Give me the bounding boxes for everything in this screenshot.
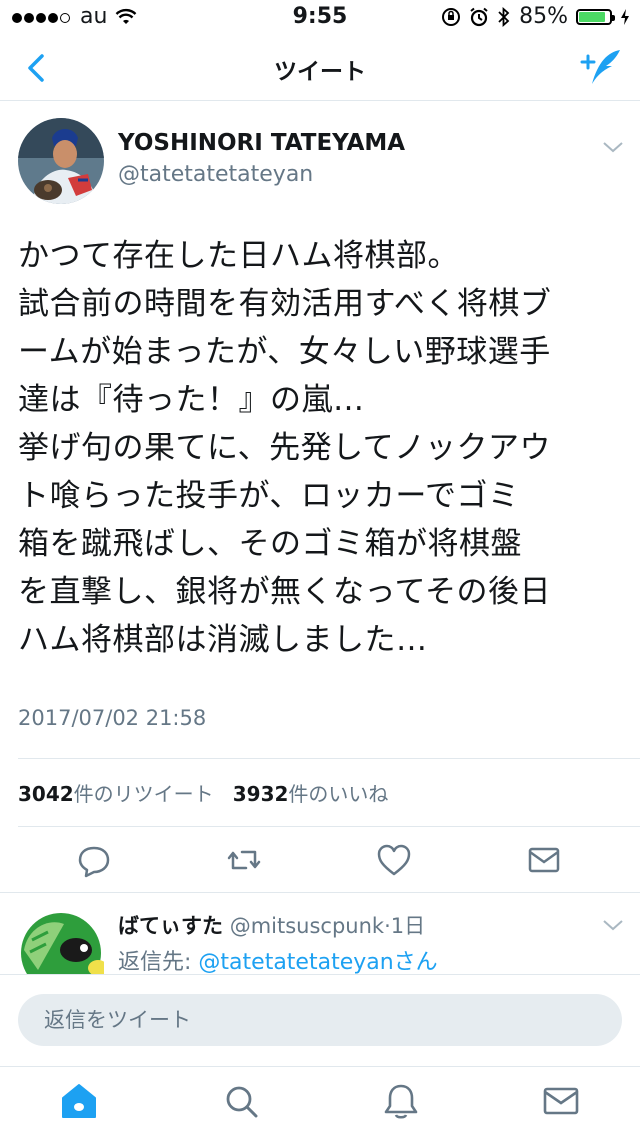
messages-icon[interactable] [540,1080,582,1122]
tweet-text-line: 試合前の時間を有効活用すべく将棋ブ [18,286,552,322]
retweet-icon[interactable] [224,840,264,880]
reply-icon[interactable] [74,840,114,880]
avatar[interactable] [18,118,104,204]
tweet-text-line: ームが始まったが、女々しい野球選手 [18,334,551,370]
tweet-text-line: ト喰らった投手が、ロッカーでゴミ [18,478,520,514]
like-stat[interactable]: 3932件のいいね [233,782,389,806]
tweet-text-line: ハム将棋部は消滅しました… [18,622,428,658]
like-count: 3932 [232,782,289,806]
battery-icon [576,8,615,25]
home-icon[interactable] [58,1080,100,1122]
like-label: 件のいいね [288,782,389,806]
notifications-icon[interactable] [380,1080,422,1122]
tweet-timestamp: 2017/07/02 21:58 [18,706,207,730]
retweet-count: 3042 [18,782,74,806]
charging-icon [621,8,629,25]
reply-header: ばてぃすた @mitsuscpunk·1日 [118,910,425,940]
tweet-text-line: を直撃し、銀将が無くなってその後日 [18,574,552,610]
retweet-label: 件のリツイート [73,782,214,806]
chevron-down-icon[interactable] [602,140,624,154]
status-right: 85% [441,4,630,29]
compose-tweet-icon[interactable] [578,44,626,92]
author-name[interactable]: YOSHINORI TATEYAMA [118,130,405,156]
reply-to-label: 返信先: [118,950,192,975]
dm-icon[interactable] [524,840,564,880]
battery-percent: 85% [519,4,568,29]
reply-author-handle[interactable]: @mitsuscpunk [230,914,384,938]
tweet-stats: 3042件のリツイート 3932件のいいね [18,778,388,807]
retweet-stat[interactable]: 3042件のリツイート [18,782,214,806]
reply-profile-photo [18,910,104,980]
divider [18,758,640,759]
like-icon[interactable] [374,840,414,880]
search-icon[interactable] [220,1080,262,1122]
tweet-text-line: 箱を蹴飛ばし、そのゴミ箱が将棋盤 [18,526,522,562]
divider [0,892,640,893]
tweet-text-line: かつて存在した日ハム将棋部。 [18,238,459,274]
author-handle[interactable]: @tatetatetateyan [118,162,313,187]
reply-input[interactable]: 返信をツイート [18,994,622,1046]
reply-author-name[interactable]: ばてぃすた [118,914,223,938]
chevron-down-icon[interactable] [602,918,624,932]
profile-photo [18,118,104,204]
reply-to: 返信先: @tatetatetateyanさん [118,944,438,976]
orientation-lock-icon [442,7,461,26]
reply-avatar[interactable] [18,910,104,980]
tweet-text-line: 達は『待った！』の嵐… [18,382,365,418]
tweet-text: かつて存在した日ハム将棋部。 試合前の時間を有効活用すべく将棋ブ ームが始まった… [18,232,630,664]
divider [18,826,640,827]
navigation-bar: ツイート [0,36,640,101]
tweet-text-line: 挙げ句の果てに、先発してノックアウ [18,430,552,466]
reply-time: ·1日 [384,914,426,938]
page-title: ツイート [274,59,366,85]
bluetooth-icon [498,6,510,27]
alarm-icon [470,7,488,26]
status-bar: au 9:55 85% [0,0,640,36]
reply-to-mention[interactable]: @tatetatetateyanさん [198,950,437,975]
